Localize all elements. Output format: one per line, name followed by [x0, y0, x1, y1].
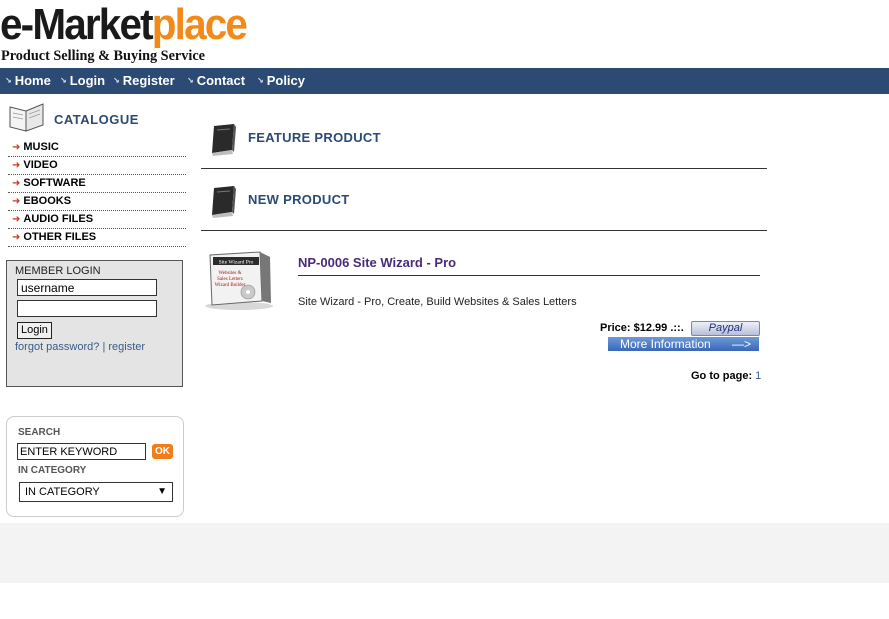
product-divider	[298, 275, 760, 276]
chevron-icon: ↘	[5, 76, 12, 85]
section-divider	[201, 230, 767, 231]
category-select[interactable]: IN CATEGORY ▼	[19, 482, 173, 502]
password-field[interactable]	[17, 300, 157, 317]
arrow-right-icon: ➜	[12, 214, 21, 225]
username-field[interactable]	[17, 279, 157, 296]
nav-policy[interactable]: ↘ Policy	[257, 68, 305, 94]
product-image[interactable]: Site Wizard Pro Websites & Sales Letters…	[202, 249, 276, 311]
arrow-right-icon: ➜	[12, 178, 21, 189]
catalogue-item-audio-files[interactable]: ➜ AUDIO FILES	[8, 211, 186, 229]
catalogue-item-ebooks[interactable]: ➜ EBOOKS	[8, 193, 186, 211]
arrow-right-icon: —>	[731, 337, 751, 351]
login-button[interactable]: Login	[17, 322, 52, 339]
paypal-button[interactable]: Paypal	[691, 321, 760, 336]
product-box-line-3: Sales Letters	[217, 277, 243, 282]
logo-wordmark: e-Marketplace	[0, 0, 248, 49]
catalogue-item-other-files[interactable]: ➜ OTHER FILES	[8, 229, 186, 247]
register-link[interactable]: register	[108, 341, 145, 353]
more-information-button[interactable]: More Information —>	[608, 337, 759, 351]
category-select-value: IN CATEGORY	[25, 486, 100, 498]
pagination: Go to page: 1	[691, 370, 761, 382]
nav-login[interactable]: ↘ Login	[60, 68, 105, 94]
catalogue-item-music[interactable]: ➜ MUSIC	[8, 139, 186, 157]
page-link-1[interactable]: 1	[755, 370, 761, 382]
nav-contact[interactable]: ↘ Contact	[187, 68, 245, 94]
chevron-icon: ↘	[257, 76, 264, 85]
product-box-line-1: Site Wizard Pro	[219, 260, 254, 266]
product-name-link[interactable]: NP-0006 Site Wizard - Pro	[298, 255, 456, 270]
section-divider	[201, 168, 767, 169]
site-logo[interactable]: e-Marketplace	[0, 2, 267, 48]
product-box-line-2: Websites &	[218, 271, 241, 276]
catalogue-item-software[interactable]: ➜ SOFTWARE	[8, 175, 186, 193]
login-links: forgot password? | register	[15, 341, 145, 353]
more-information-label: More Information	[620, 337, 711, 351]
chevron-icon: ↘	[60, 76, 67, 85]
caret-down-icon: ▼	[157, 486, 167, 497]
product-price: Price: $12.99 .::.	[600, 322, 684, 334]
search-panel: SEARCH OK IN CATEGORY IN CATEGORY ▼	[6, 416, 184, 517]
catalogue-title: CATALOGUE	[54, 112, 139, 127]
forgot-password-link[interactable]: forgot password?	[15, 341, 99, 353]
new-product-book-icon	[212, 186, 236, 218]
product-description: Site Wizard - Pro, Create, Build Website…	[298, 296, 577, 308]
main-nav: ↘ Home ↘ Login ↘ Register ↘ Contact ↘ Policy	[0, 68, 889, 94]
search-input[interactable]	[17, 443, 146, 460]
catalogue-item-video[interactable]: ➜ VIDEO	[8, 157, 186, 175]
feature-book-icon	[212, 124, 236, 156]
catalogue-list: ➜ MUSIC ➜ VIDEO ➜ SOFTWARE ➜ EBOOKS ➜ AUDIO F…	[8, 139, 186, 247]
category-label: IN CATEGORY	[18, 465, 87, 476]
arrow-right-icon: ➜	[12, 196, 21, 207]
feature-product-title: FEATURE PRODUCT	[248, 130, 381, 145]
open-book-icon	[9, 103, 44, 132]
nav-register[interactable]: ↘ Register	[113, 68, 175, 94]
site-tagline: Product Selling & Buying Service	[1, 48, 205, 64]
product-box-line-4: Wizard Builder	[215, 283, 246, 288]
arrow-right-icon: ➜	[12, 232, 21, 243]
new-product-title: NEW PRODUCT	[248, 192, 350, 207]
chevron-icon: ↘	[113, 76, 120, 85]
member-login-title: MEMBER LOGIN	[15, 265, 101, 277]
arrow-right-icon: ➜	[12, 142, 21, 153]
search-label: SEARCH	[18, 427, 61, 438]
footer	[0, 523, 889, 583]
arrow-right-icon: ➜	[12, 160, 21, 171]
nav-home[interactable]: ↘ Home	[5, 68, 51, 94]
search-ok-button[interactable]: OK	[152, 444, 173, 459]
pagination-label: Go to page:	[691, 370, 753, 382]
member-login-panel: MEMBER LOGIN Login forgot password? | re…	[6, 260, 183, 387]
login-links-separator: |	[102, 341, 106, 353]
chevron-icon: ↘	[187, 76, 194, 85]
